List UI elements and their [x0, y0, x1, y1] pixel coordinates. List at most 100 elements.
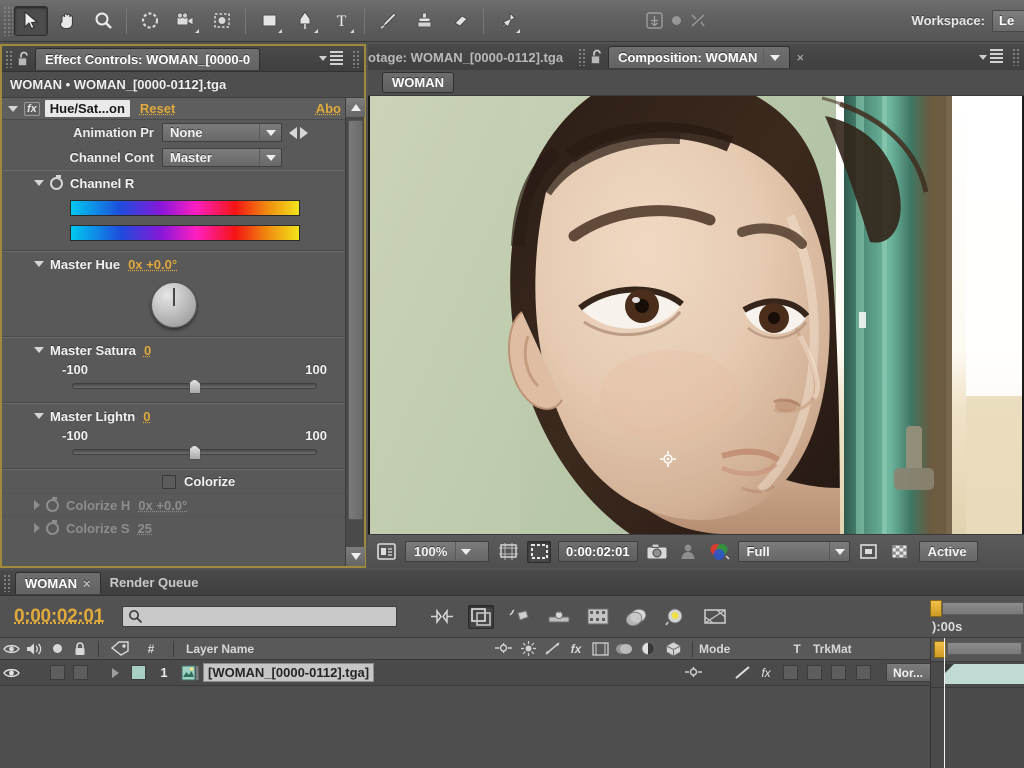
- effect-disclosure-triangle[interactable]: [8, 106, 18, 112]
- lock-icon-viewer[interactable]: [590, 49, 603, 65]
- colorize-checkbox[interactable]: [162, 475, 176, 489]
- about-link[interactable]: Abo: [316, 101, 341, 116]
- stopwatch-icon[interactable]: [50, 177, 63, 190]
- master-saturation-value[interactable]: 0: [144, 343, 151, 358]
- hand-tool[interactable]: [50, 6, 84, 36]
- composition-mini-flowchart-icon[interactable]: [429, 605, 455, 629]
- channel-rgb-icon[interactable]: [707, 541, 731, 563]
- viewer-grip-right[interactable]: [1012, 48, 1020, 66]
- layer-effects-toggle[interactable]: [730, 665, 754, 680]
- selection-tool[interactable]: [14, 6, 48, 36]
- master-hue-disclosure-triangle[interactable]: [34, 261, 44, 267]
- effect-controls-scrollbar[interactable]: [345, 98, 364, 566]
- master-lightness-value[interactable]: 0: [143, 409, 150, 424]
- breadcrumb[interactable]: WOMAN: [382, 72, 454, 93]
- anchor-point-icon[interactable]: [645, 11, 664, 30]
- animation-preset-dropdown[interactable]: None: [162, 123, 282, 142]
- channel-range-disclosure-triangle[interactable]: [34, 180, 44, 186]
- panel-grip-right[interactable]: [352, 50, 360, 68]
- effect-name[interactable]: Hue/Sat...on: [45, 100, 130, 117]
- layer-video-toggle[interactable]: [0, 660, 22, 685]
- layer-parent-pickwhip[interactable]: [680, 666, 706, 679]
- toolbar-grip[interactable]: [3, 6, 13, 36]
- shape-tool[interactable]: [252, 6, 286, 36]
- hide-shy-layers-icon[interactable]: [702, 605, 728, 629]
- keyframe-navigator[interactable]: [289, 127, 308, 139]
- reset-link[interactable]: Reset: [140, 101, 175, 116]
- puppet-pin-tool[interactable]: [490, 6, 524, 36]
- composition-stage[interactable]: [368, 96, 1024, 534]
- next-keyframe-icon[interactable]: [300, 127, 308, 139]
- anchor-point-marker[interactable]: [660, 451, 676, 467]
- layer-frameblend-toggle[interactable]: [778, 665, 802, 680]
- brush-tool[interactable]: [371, 6, 405, 36]
- layer-name[interactable]: [WOMAN_[0000-0112].tga]: [203, 663, 374, 682]
- transparency-grid-icon[interactable]: [888, 541, 912, 563]
- graph-editor-icon[interactable]: [546, 605, 572, 629]
- region-of-interest-icon[interactable]: [527, 541, 551, 563]
- work-area-start-marker[interactable]: [930, 600, 942, 617]
- resolution-dropdown[interactable]: Full: [738, 541, 850, 562]
- master-lightness-thumb[interactable]: [189, 445, 201, 460]
- layer-adjustment-toggle[interactable]: [826, 665, 850, 680]
- layer-stack-icon[interactable]: [624, 605, 650, 629]
- pan-behind-tool[interactable]: [205, 6, 239, 36]
- scroll-up-button[interactable]: [346, 98, 365, 117]
- hue-gradient-bar-top[interactable]: [70, 200, 300, 216]
- master-saturation-header[interactable]: Master Satura 0: [2, 338, 345, 362]
- layer-expand-triangle[interactable]: [105, 660, 125, 685]
- always-preview-icon[interactable]: [374, 541, 398, 563]
- workspace-dropdown[interactable]: Le: [992, 10, 1024, 32]
- scrollbar-thumb[interactable]: [348, 120, 363, 520]
- rotation-tool[interactable]: [133, 6, 167, 36]
- clone-stamp-tool[interactable]: [407, 6, 441, 36]
- viewer-panel-menu-button[interactable]: [979, 49, 1003, 65]
- tab-render-queue[interactable]: Render Queue: [101, 572, 208, 594]
- channel-range-header[interactable]: Channel R: [2, 171, 345, 195]
- zoom-tool[interactable]: [86, 6, 120, 36]
- current-time-indicator[interactable]: [944, 638, 945, 768]
- layer-lock-toggle[interactable]: [68, 660, 92, 685]
- preview-lamp-icon[interactable]: [663, 605, 689, 629]
- zoom-dropdown[interactable]: 100%: [405, 541, 489, 562]
- master-lightness-header[interactable]: Master Lightn 0: [2, 404, 345, 428]
- region-target-icon[interactable]: [857, 541, 881, 563]
- layer-audio-toggle[interactable]: [22, 660, 46, 685]
- master-lightness-disclosure-triangle[interactable]: [34, 413, 44, 419]
- master-saturation-thumb[interactable]: [189, 379, 201, 394]
- tab-composition[interactable]: Composition: WOMAN: [608, 46, 790, 68]
- viewer-panel-grip[interactable]: [578, 48, 586, 66]
- grid-snap-icon[interactable]: [689, 11, 708, 30]
- grid-guides-icon[interactable]: [496, 541, 520, 563]
- tab-timeline-comp[interactable]: WOMAN ×: [15, 572, 101, 594]
- tab-footage[interactable]: otage: WOMAN_[0000-0112].tga: [368, 46, 572, 68]
- timeline-grip[interactable]: [3, 574, 11, 592]
- channel-control-dropdown[interactable]: Master: [162, 148, 282, 167]
- layer-3d-toggle[interactable]: [850, 665, 876, 680]
- master-saturation-track[interactable]: [72, 383, 317, 389]
- table-row[interactable]: 1 [WOMAN_[0000-0112].tga] fx Nor...: [0, 660, 1024, 686]
- layer-motionblur-toggle[interactable]: [802, 665, 826, 680]
- hue-gradient-bar-bottom[interactable]: [70, 225, 300, 241]
- chevron-down-icon[interactable]: [770, 55, 780, 61]
- search-input[interactable]: [122, 606, 397, 627]
- text-tool[interactable]: T: [324, 6, 358, 36]
- view-dropdown[interactable]: Active: [919, 541, 978, 562]
- close-icon[interactable]: ×: [796, 50, 804, 65]
- layer-fx-toggle[interactable]: fx: [754, 666, 778, 680]
- master-hue-value[interactable]: 0x +0.0°: [128, 257, 177, 272]
- camera-tool[interactable]: [169, 6, 203, 36]
- panel-menu-button[interactable]: [319, 51, 343, 67]
- prev-keyframe-icon[interactable]: [289, 127, 297, 139]
- lock-icon[interactable]: [17, 51, 30, 67]
- show-snapshot-icon[interactable]: [676, 541, 700, 563]
- master-hue-dial[interactable]: [151, 282, 197, 328]
- master-saturation-disclosure-triangle[interactable]: [34, 347, 44, 353]
- master-hue-header[interactable]: Master Hue 0x +0.0°: [2, 252, 345, 276]
- viewer-timecode[interactable]: 0:00:02:01: [558, 541, 638, 562]
- timeline-ruler-top[interactable]: ):00s: [930, 600, 1024, 636]
- pen-tool[interactable]: [288, 6, 322, 36]
- effect-header-row[interactable]: fx Hue/Sat...on Reset Abo: [2, 98, 345, 120]
- film-strip-icon[interactable]: [585, 605, 611, 629]
- snapping-dot-icon[interactable]: [670, 14, 683, 27]
